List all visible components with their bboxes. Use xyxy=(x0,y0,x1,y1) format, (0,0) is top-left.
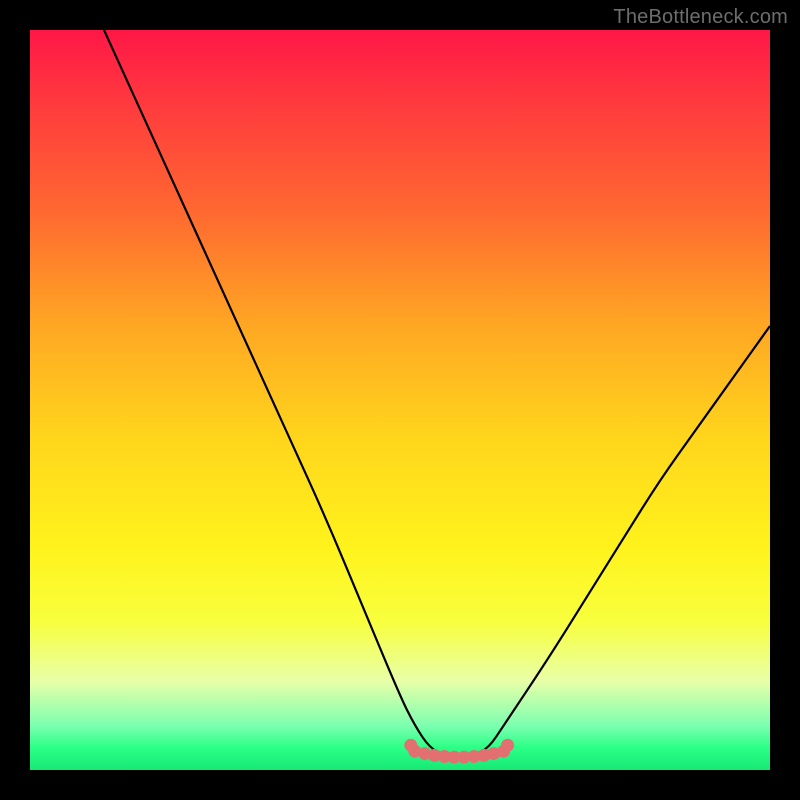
chart-frame: TheBottleneck.com xyxy=(0,0,800,800)
watermark-text: TheBottleneck.com xyxy=(613,6,788,29)
optimal-region-marker xyxy=(404,739,514,764)
chart-plot-area xyxy=(30,30,770,770)
marker-dot xyxy=(404,739,417,752)
bottleneck-curve-line xyxy=(104,30,770,755)
marker-dot xyxy=(501,739,514,752)
chart-svg xyxy=(30,30,770,770)
